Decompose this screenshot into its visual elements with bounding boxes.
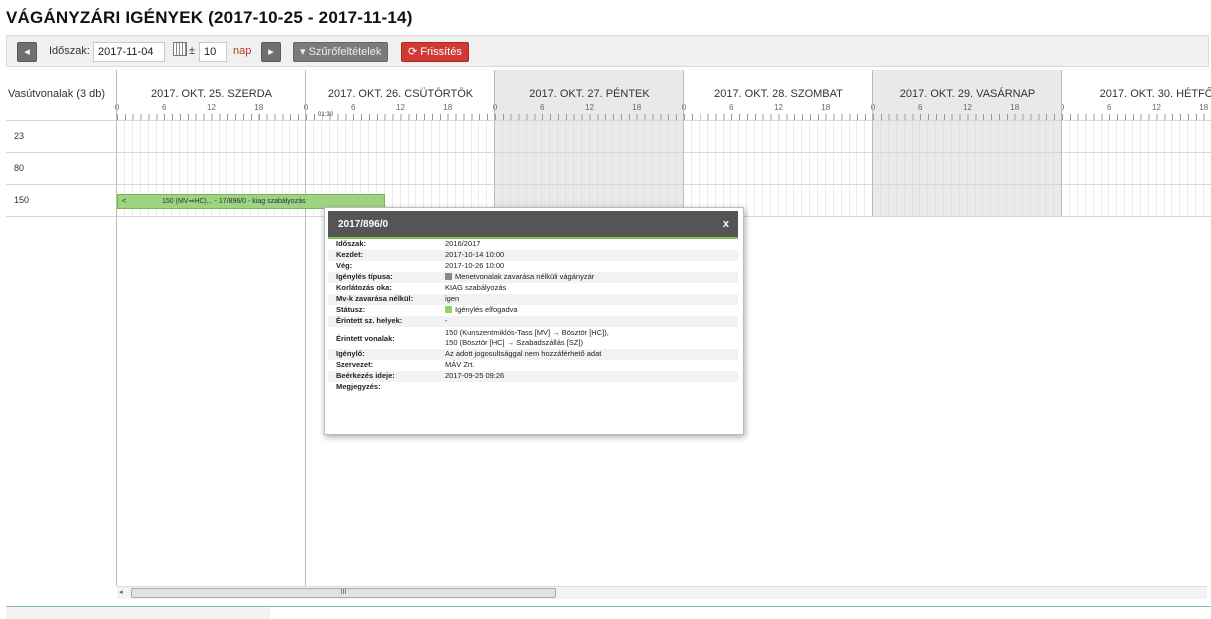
day-label: 2017. OKT. 27. PÉNTEK xyxy=(529,88,650,100)
hour-labels: 061218 xyxy=(115,103,306,113)
detail-row: Érintett vonalak: 150 (Kunszentmiklós-Tas… xyxy=(336,328,609,347)
hour-labels: 0 6 12 18 xyxy=(1062,103,1211,113)
request-type-swatch-icon xyxy=(445,273,452,280)
hour-label: 12 xyxy=(774,103,783,112)
column-divider xyxy=(305,70,306,586)
chevron-right-icon: ▸ xyxy=(268,46,274,58)
hour-label: 18 xyxy=(1199,103,1209,112)
time-marker: 01:30 xyxy=(318,112,334,118)
hour-label: 6 xyxy=(540,103,545,112)
row-label-23: 23 xyxy=(14,131,25,141)
detail-row: Időszak: 2016/2017 xyxy=(336,239,481,248)
row-label-80: 80 xyxy=(14,163,25,173)
column-divider xyxy=(872,70,873,216)
detail-row: Érintett sz. helyek: - xyxy=(328,316,738,327)
detail-row: Kezdet: 2017-10-14 10:00 xyxy=(328,250,738,261)
hour-labels: 061218 xyxy=(493,103,684,113)
hour-label: 18 xyxy=(254,103,264,112)
status-swatch-icon xyxy=(445,306,452,313)
column-divider xyxy=(1061,70,1062,216)
calendar-icon[interactable] xyxy=(173,42,187,56)
detail-row: Vég: 2017-10-26 10:00 xyxy=(336,261,505,270)
filter-button[interactable]: ▾ Szűrőfeltételek xyxy=(293,42,389,62)
plusminus-label: ± xyxy=(189,45,196,57)
hour-label: 6 xyxy=(351,103,356,112)
next-period-button[interactable]: ▸ xyxy=(261,42,281,62)
hour-labels: 0 6 12 18 xyxy=(871,103,1062,113)
day-label: 2017. OKT. 25. SZERDA xyxy=(150,88,273,100)
grid-row xyxy=(117,121,1211,153)
hour-label: 12 xyxy=(396,103,405,112)
closure-detail-popup: 2017/896/0 x Időszak: 2016/2017 Kezdet: 20… xyxy=(324,207,744,435)
hour-label: 0 xyxy=(1062,103,1064,112)
detail-row: Státusz: Igénylés elfogadva xyxy=(336,305,518,314)
lines-header: Vasútvonalak (3 db) xyxy=(8,88,106,100)
day-label: 2017. OKT. 30. HÉTFŐ xyxy=(1099,88,1211,100)
days-unit-label: nap xyxy=(233,45,252,57)
hour-label: 18 xyxy=(1010,103,1020,112)
hour-label: 12 xyxy=(963,103,972,112)
scroll-left-icon[interactable]: ◂ xyxy=(119,588,123,596)
close-icon[interactable]: x xyxy=(723,218,729,230)
toolbar: ◂ Időszak: 2017-11-04 ± 10 nap ▸ ▾ Szűrő… xyxy=(6,35,1209,67)
day-label: 2017. OKT. 28. SZOMBAT xyxy=(714,88,843,100)
hour-label: 12 xyxy=(207,103,216,112)
column-divider xyxy=(116,70,117,586)
footer-panel xyxy=(6,607,270,619)
chevron-left-icon: ◂ xyxy=(24,46,30,58)
bar-arrow: < xyxy=(122,198,127,205)
detail-row: Igénylés típusa: Menetvonalak zavarása né… xyxy=(328,272,738,283)
page-title: VÁGÁNYZÁRI IGÉNYEK (2017-10-25 - 2017-11… xyxy=(6,8,413,27)
scroll-thumb[interactable]: III xyxy=(131,588,556,598)
hour-label: 6 xyxy=(1107,103,1112,112)
horizontal-scrollbar[interactable]: ◂ III xyxy=(117,586,1207,599)
column-divider xyxy=(683,70,684,216)
date-input[interactable]: 2017-11-04 xyxy=(93,42,165,62)
hour-labels: 061218 xyxy=(682,103,873,113)
hour-label: 6 xyxy=(729,103,734,112)
bar-label: 150 (MV⇒HC)... - 17/896/0 - kiag szabály… xyxy=(162,198,306,205)
hour-label: 18 xyxy=(821,103,831,112)
grid-row xyxy=(117,153,1211,185)
detail-row: Szervezet: MÁV Zrt. xyxy=(336,360,475,369)
detail-row: Megjegyzés: xyxy=(336,382,381,391)
hour-label: 6 xyxy=(162,103,167,112)
hour-label: 12 xyxy=(585,103,594,112)
popup-title: 2017/896/0 xyxy=(338,219,389,230)
hour-label: 12 xyxy=(1152,103,1161,112)
detail-row: Mv-k zavarása nélkül: igen xyxy=(328,294,738,305)
refresh-button[interactable]: ⟳ Frissítés xyxy=(401,42,469,62)
detail-row: Igénylő: Az adott jogosultsággal nem hozz… xyxy=(328,349,738,360)
prev-period-button[interactable]: ◂ xyxy=(17,42,37,62)
day-label: 2017. OKT. 29. VASÁRNAP xyxy=(899,88,1036,100)
period-label: Időszak: xyxy=(49,45,90,57)
hour-label: 18 xyxy=(443,103,453,112)
hour-label: 6 xyxy=(918,103,923,112)
days-input[interactable]: 10 xyxy=(199,42,227,62)
column-divider xyxy=(494,70,495,216)
detail-row: Korlátozás oka: KIAG szabályozás xyxy=(336,283,507,292)
day-label: 2017. OKT. 26. CSÜTÖRTÖK xyxy=(327,88,474,100)
popup-header: 2017/896/0 x xyxy=(328,211,738,239)
hour-labels: 061218 xyxy=(304,103,495,113)
row-label-150: 150 xyxy=(14,195,30,205)
detail-row: Beérkezés ideje: 2017-09-25 09:26 xyxy=(328,371,738,382)
hour-label: 18 xyxy=(632,103,642,112)
